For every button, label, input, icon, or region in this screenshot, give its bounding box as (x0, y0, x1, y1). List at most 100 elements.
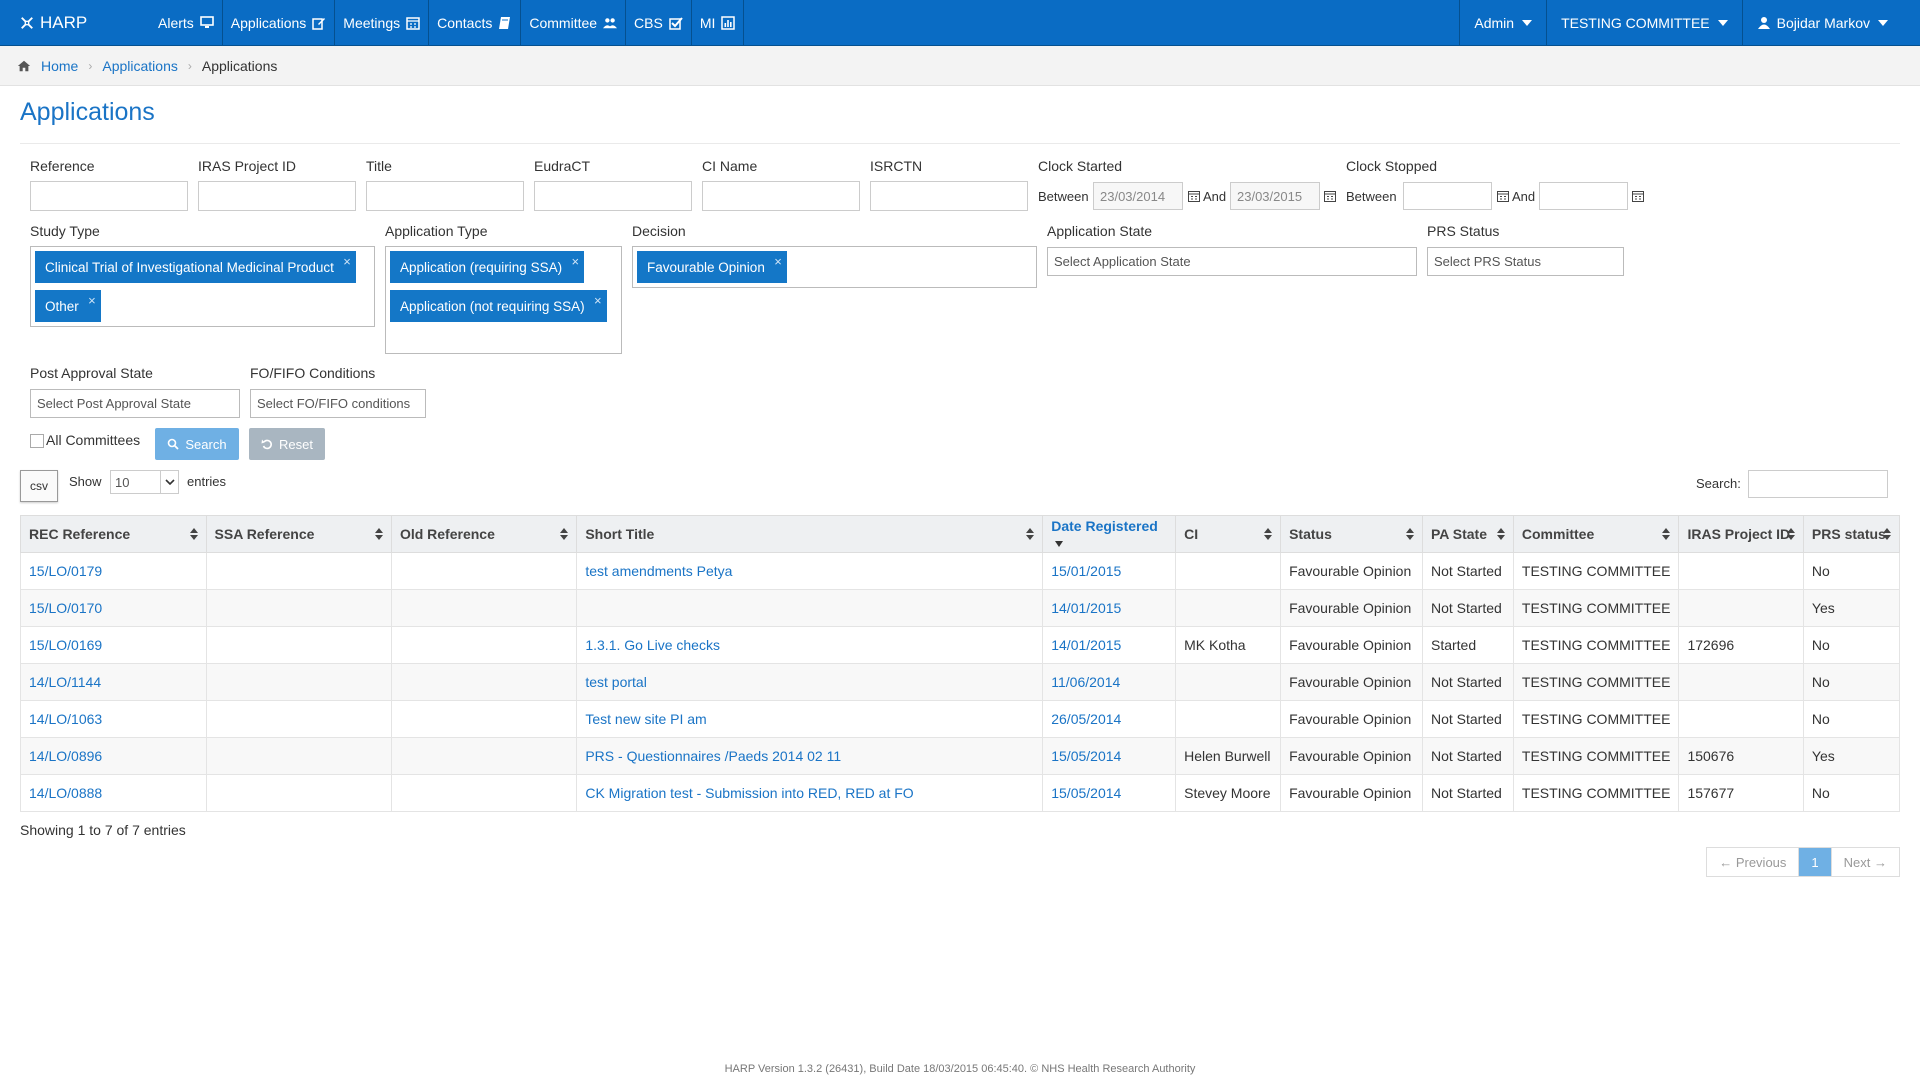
decision-select[interactable]: Favourable Opinion × (632, 246, 1037, 288)
short-title-link[interactable]: 1.3.1. Go Live checks (585, 637, 720, 653)
date-registered-link[interactable]: 14/01/2015 (1051, 600, 1121, 616)
rec-reference-link[interactable]: 15/LO/0179 (29, 563, 102, 579)
study-type-select[interactable]: Clinical Trial of Investigational Medici… (30, 246, 375, 327)
fo-fifo-select[interactable]: Select FO/FIFO conditions (250, 389, 426, 418)
date-registered-link[interactable]: 15/05/2014 (1051, 785, 1121, 801)
all-committees-checkbox[interactable] (30, 434, 44, 448)
cell-rec-reference[interactable]: 14/LO/0896 (20, 737, 207, 775)
nav-contacts[interactable]: Contacts (429, 0, 522, 45)
cell-date-registered[interactable]: 14/01/2015 (1042, 589, 1177, 627)
rec-reference-link[interactable]: 14/LO/0888 (29, 785, 102, 801)
search-button[interactable]: Search (155, 428, 239, 460)
rec-reference-link[interactable]: 15/LO/0169 (29, 637, 102, 653)
study-type-tag[interactable]: Other × (35, 290, 101, 322)
col-short-title[interactable]: Short Title (576, 515, 1044, 553)
application-type-select[interactable]: Application (requiring SSA) × Applicatio… (385, 246, 622, 354)
remove-tag-icon[interactable]: × (88, 293, 96, 308)
short-title-link[interactable]: test amendments Petya (585, 563, 732, 579)
date-registered-link[interactable]: 11/06/2014 (1051, 674, 1120, 690)
cell-short-title[interactable]: PRS - Questionnaires /Paeds 2014 02 11 (576, 737, 1044, 775)
nav-applications[interactable]: Applications (223, 0, 336, 45)
cell-date-registered[interactable]: 14/01/2015 (1042, 626, 1177, 664)
clock-started-from-input[interactable]: 23/03/2014 (1093, 182, 1183, 210)
entries-per-page-select[interactable]: 10 (110, 470, 179, 494)
nav-meetings[interactable]: Meetings (335, 0, 430, 45)
admin-menu[interactable]: Admin (1459, 0, 1546, 45)
calendar-icon[interactable] (1188, 190, 1200, 202)
application-type-tag[interactable]: Application (requiring SSA) × (390, 251, 585, 283)
cell-short-title[interactable]: CK Migration test - Submission into RED,… (576, 774, 1044, 812)
pagination-previous[interactable]: ← Previous (1707, 848, 1800, 876)
short-title-link[interactable]: CK Migration test - Submission into RED,… (585, 785, 913, 801)
rec-reference-link[interactable]: 14/LO/1063 (29, 711, 102, 727)
remove-tag-icon[interactable]: × (343, 254, 351, 269)
isrctn-input[interactable] (870, 181, 1028, 211)
ci-name-input[interactable] (702, 181, 860, 211)
user-menu[interactable]: Bojidar Markov (1741, 0, 1920, 45)
date-registered-link[interactable]: 14/01/2015 (1051, 637, 1121, 653)
breadcrumb-applications[interactable]: Applications (102, 58, 178, 74)
committee-menu[interactable]: TESTING COMMITTEE (1546, 0, 1742, 45)
iras-input[interactable] (198, 181, 356, 211)
nav-mi[interactable]: MI (692, 0, 745, 45)
cell-rec-reference[interactable]: 14/LO/1063 (20, 700, 207, 738)
cell-date-registered[interactable]: 15/05/2014 (1042, 774, 1177, 812)
nav-committee[interactable]: Committee (521, 0, 627, 45)
cell-rec-reference[interactable]: 15/LO/0170 (20, 589, 207, 627)
col-committee[interactable]: Committee (1512, 515, 1680, 553)
nav-cbs[interactable]: CBS (626, 0, 692, 45)
breadcrumb-home[interactable]: Home (41, 58, 78, 74)
eudract-input[interactable] (534, 181, 692, 211)
col-old-reference[interactable]: Old Reference (390, 515, 578, 553)
prs-status-select[interactable]: Select PRS Status (1427, 247, 1624, 276)
brand[interactable]: HARP (0, 0, 150, 45)
col-iras-project-id[interactable]: IRAS Project ID (1678, 515, 1804, 553)
cell-rec-reference[interactable]: 14/LO/0888 (20, 774, 207, 812)
reference-input[interactable] (30, 181, 188, 211)
cell-short-title[interactable]: test amendments Petya (576, 552, 1044, 590)
col-ci[interactable]: CI (1175, 515, 1282, 553)
application-type-tag[interactable]: Application (not requiring SSA) × (390, 290, 607, 322)
col-status[interactable]: Status (1280, 515, 1423, 553)
rec-reference-link[interactable]: 15/LO/0170 (29, 600, 102, 616)
col-ssa-reference[interactable]: SSA Reference (205, 515, 392, 553)
nav-alerts[interactable]: Alerts (150, 0, 223, 45)
cell-date-registered[interactable]: 15/01/2015 (1042, 552, 1177, 590)
col-date-registered[interactable]: Date Registered (1042, 515, 1177, 553)
cell-rec-reference[interactable]: 14/LO/1144 (20, 663, 207, 701)
home-icon[interactable] (17, 59, 31, 73)
reset-button[interactable]: Reset (249, 428, 325, 460)
rec-reference-link[interactable]: 14/LO/0896 (29, 748, 102, 764)
clock-stopped-from-input[interactable] (1403, 182, 1492, 210)
clock-stopped-to-input[interactable] (1539, 182, 1628, 210)
cell-short-title[interactable]: Test new site PI am (576, 700, 1044, 738)
cell-rec-reference[interactable]: 15/LO/0169 (20, 626, 207, 664)
calendar-icon[interactable] (1632, 190, 1644, 202)
date-registered-link[interactable]: 26/05/2014 (1051, 711, 1121, 727)
cell-rec-reference[interactable]: 15/LO/0179 (20, 552, 207, 590)
remove-tag-icon[interactable]: × (594, 293, 602, 308)
date-registered-link[interactable]: 15/01/2015 (1051, 563, 1121, 579)
clock-started-to-input[interactable]: 23/03/2015 (1230, 182, 1320, 210)
cell-date-registered[interactable]: 11/06/2014 (1042, 663, 1177, 701)
table-search-input[interactable] (1748, 470, 1888, 498)
post-approval-state-select[interactable]: Select Post Approval State (30, 389, 240, 418)
title-input[interactable] (366, 181, 524, 211)
pagination-page-1[interactable]: 1 (1799, 848, 1832, 876)
col-rec-reference[interactable]: REC Reference (20, 515, 207, 553)
short-title-link[interactable]: PRS - Questionnaires /Paeds 2014 02 11 (585, 748, 841, 764)
cell-short-title[interactable] (576, 589, 1044, 627)
remove-tag-icon[interactable]: × (774, 254, 782, 269)
cell-date-registered[interactable]: 26/05/2014 (1042, 700, 1177, 738)
date-registered-link[interactable]: 15/05/2014 (1051, 748, 1121, 764)
rec-reference-link[interactable]: 14/LO/1144 (29, 674, 101, 690)
col-prs-status[interactable]: PRS status (1802, 515, 1901, 553)
calendar-icon[interactable] (1497, 190, 1509, 202)
cell-short-title[interactable]: test portal (576, 663, 1044, 701)
cell-short-title[interactable]: 1.3.1. Go Live checks (576, 626, 1044, 664)
application-state-select[interactable]: Select Application State (1047, 247, 1417, 276)
short-title-link[interactable]: test portal (585, 674, 646, 690)
study-type-tag[interactable]: Clinical Trial of Investigational Medici… (35, 251, 356, 283)
col-pa-state[interactable]: PA State (1421, 515, 1514, 553)
decision-tag[interactable]: Favourable Opinion × (637, 251, 787, 283)
